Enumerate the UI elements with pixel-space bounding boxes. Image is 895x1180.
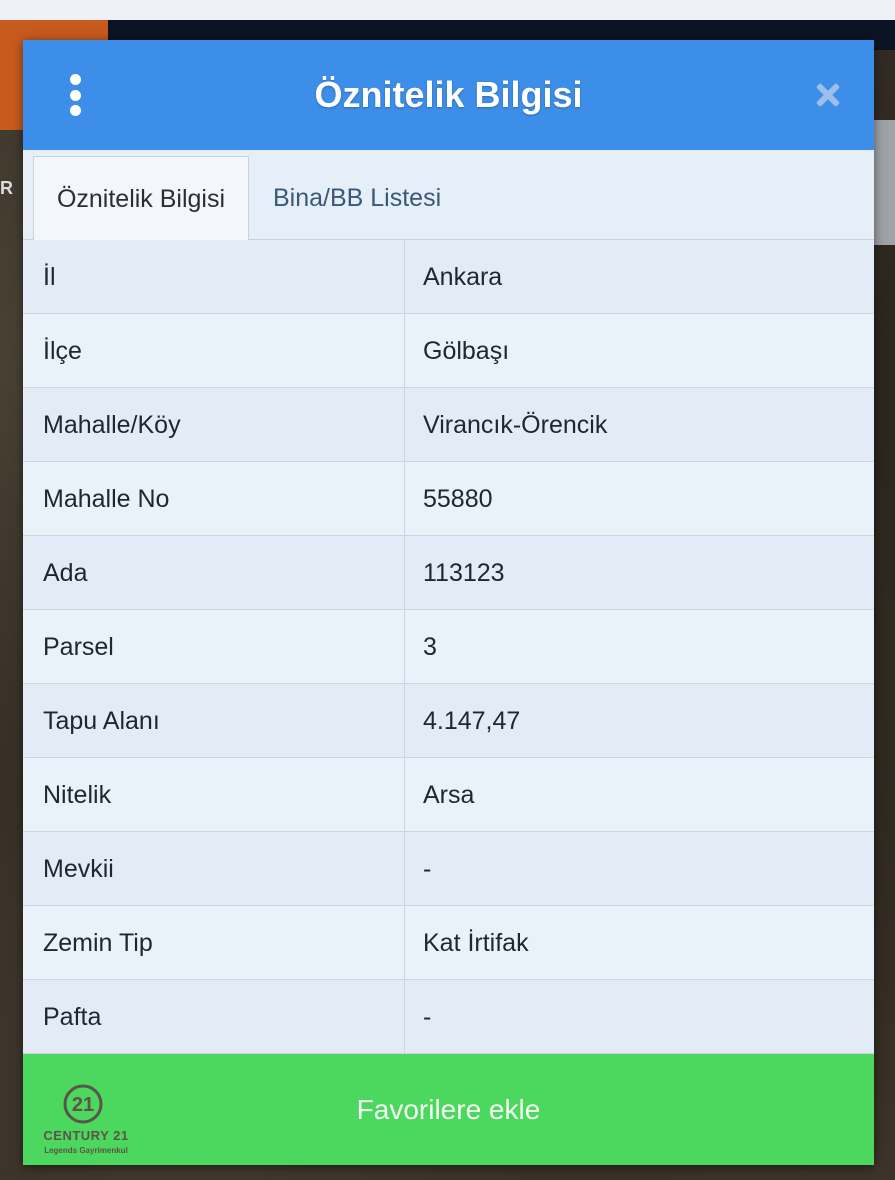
century21-logo-icon: 21 bbox=[63, 1084, 103, 1124]
attribute-key: İlçe bbox=[23, 314, 405, 388]
table-row: Pafta - bbox=[23, 980, 874, 1054]
attribute-value: Gölbaşı bbox=[423, 337, 510, 365]
attribute-key: Pafta bbox=[23, 980, 405, 1054]
attribute-value: 3 bbox=[423, 633, 437, 661]
attribute-info-dialog: Öznitelik Bilgisi Öznitelik Bilgisi Bina… bbox=[23, 40, 874, 1165]
attribute-key: Mahalle No bbox=[23, 462, 405, 536]
century21-logo: 21 CENTURY 21 Legends Gayrimenkul bbox=[31, 1082, 141, 1162]
tab-bar: Öznitelik Bilgisi Bina/BB Listesi bbox=[23, 150, 874, 240]
table-row: Mevkii - bbox=[23, 832, 874, 906]
attribute-value: - bbox=[423, 1003, 432, 1031]
attribute-value: 113123 bbox=[423, 559, 505, 587]
table-row: Ada 113123 bbox=[23, 536, 874, 610]
map-edge-label: R bbox=[0, 178, 13, 198]
logo-subtitle: Legends Gayrimenkul bbox=[44, 1146, 128, 1155]
attribute-key: Mahalle/Köy bbox=[23, 388, 405, 462]
attribute-key: Zemin Tip bbox=[23, 906, 405, 980]
vertical-dots-icon[interactable] bbox=[63, 74, 87, 116]
map-side-panel-edge bbox=[874, 120, 895, 245]
attribute-value: 4.147,47 bbox=[423, 707, 521, 735]
table-row: Zemin Tip Kat İrtifak bbox=[23, 906, 874, 980]
attribute-value: Arsa bbox=[423, 781, 475, 809]
tab-building-list[interactable]: Bina/BB Listesi bbox=[253, 156, 461, 240]
attribute-key: Tapu Alanı bbox=[23, 684, 405, 758]
attribute-table: İl Ankara İlçe Gölbaşı Mahalle/Köy Viran… bbox=[23, 240, 874, 1054]
attribute-key: Parsel bbox=[23, 610, 405, 684]
table-row: Mahalle No 55880 bbox=[23, 462, 874, 536]
table-row: Nitelik Arsa bbox=[23, 758, 874, 832]
attribute-key: Mevkii bbox=[23, 832, 405, 906]
attribute-key: İl bbox=[23, 240, 405, 314]
table-row: Mahalle/Köy Virancık-Örencik bbox=[23, 388, 874, 462]
dialog-title: Öznitelik Bilgisi bbox=[314, 74, 583, 115]
attribute-value: - bbox=[423, 855, 432, 883]
table-row: Parsel 3 bbox=[23, 610, 874, 684]
svg-text:21: 21 bbox=[72, 1094, 94, 1116]
table-row: Tapu Alanı 4.147,47 bbox=[23, 684, 874, 758]
table-row: İlçe Gölbaşı bbox=[23, 314, 874, 388]
browser-top-strip bbox=[0, 0, 895, 20]
add-to-favorites-button[interactable]: Favorilere ekle 21 CENTURY 21 Legends Ga… bbox=[23, 1054, 874, 1165]
table-row: İl Ankara bbox=[23, 240, 874, 314]
attribute-value: Kat İrtifak bbox=[423, 929, 529, 957]
attribute-value: Virancık-Örencik bbox=[423, 411, 608, 439]
dialog-header: Öznitelik Bilgisi bbox=[23, 40, 874, 150]
add-to-favorites-label: Favorilere ekle bbox=[356, 1094, 541, 1125]
logo-name: CENTURY 21 bbox=[43, 1128, 129, 1143]
attribute-key: Ada bbox=[23, 536, 405, 610]
close-icon[interactable] bbox=[811, 78, 845, 112]
tab-attribute-info[interactable]: Öznitelik Bilgisi bbox=[33, 156, 249, 240]
attribute-key: Nitelik bbox=[23, 758, 405, 832]
attribute-value: Ankara bbox=[423, 263, 503, 291]
attribute-value: 55880 bbox=[423, 485, 493, 513]
